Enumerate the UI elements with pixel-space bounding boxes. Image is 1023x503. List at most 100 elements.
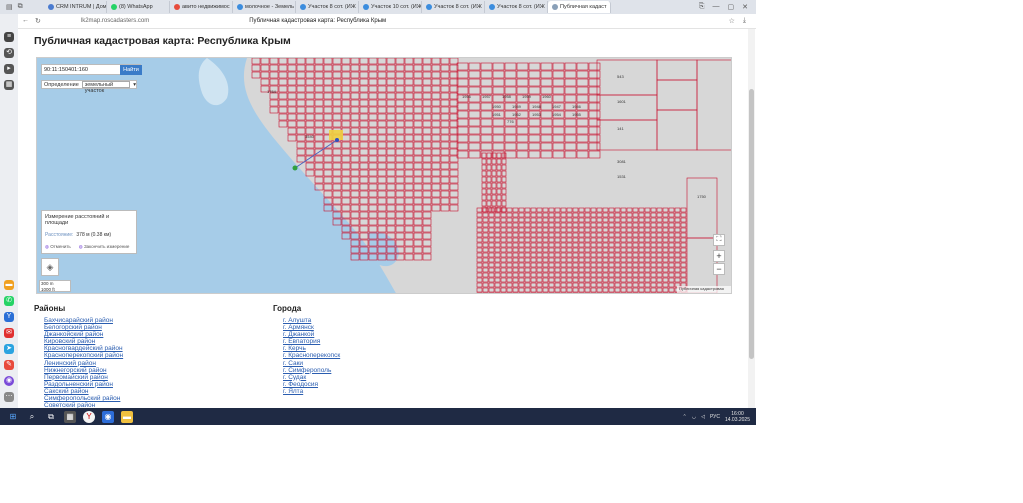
cadastral-map[interactable]: 1764 3540 776 1950 1949 1948 1947 1946 1951 1952 1…	[36, 57, 732, 294]
cities-items: г. Алушта г. Армянск г. Джанкой г. Евпатори…	[273, 317, 340, 395]
network-icon[interactable]: ◡	[692, 414, 696, 420]
parcel-label: 1531	[617, 174, 627, 179]
cities-link[interactable]: г. Феодосия	[283, 381, 340, 388]
assistant-icon[interactable]: ◉	[4, 376, 14, 386]
calculator-icon[interactable]: ▦	[64, 410, 76, 423]
fullscreen-button[interactable]: ⛶	[713, 234, 725, 246]
cities-link[interactable]: г. Симферополь	[283, 367, 340, 374]
parcel	[536, 292, 543, 293]
parcel-label: 1948	[532, 104, 542, 109]
window-menu-icon[interactable]: ▤	[6, 3, 13, 11]
districts-link[interactable]: Красноперекопский район	[44, 352, 123, 359]
tab-favicon-icon	[300, 4, 306, 10]
bookmark-icon[interactable]: ⎘	[699, 3, 705, 11]
calendar-icon[interactable]: ▦	[4, 80, 14, 90]
language-indicator[interactable]: РУС	[710, 414, 720, 420]
districts-link[interactable]: Сакский район	[44, 388, 123, 395]
star-icon[interactable]: ☆	[729, 17, 735, 25]
parcel-label: 1950	[492, 104, 502, 109]
parcel-label: 1952	[512, 112, 522, 117]
finish-measure-button[interactable]: ◍ Закончить измерение	[79, 244, 130, 250]
parcel	[560, 292, 567, 293]
parcel	[674, 292, 681, 293]
cities-link[interactable]: г. Керчь	[283, 345, 340, 352]
tabs-icon[interactable]: ⧉	[18, 3, 23, 11]
tab-label: молочное - Земель	[245, 4, 294, 10]
districts-heading: Районы	[34, 304, 66, 313]
parcel	[626, 292, 633, 293]
close-icon[interactable]: ✕	[742, 3, 748, 11]
parcel-label: 543	[617, 74, 624, 79]
parcel-label: 3081	[617, 159, 627, 164]
measure-end-marker	[335, 138, 339, 142]
cities-link[interactable]: г. Судак	[283, 374, 340, 381]
browser-tab[interactable]: CRM INTRUM | Дом	[44, 1, 107, 13]
volume-icon[interactable]: ◁	[701, 414, 705, 420]
browser-tab[interactable]: Участок 8 сот. (ИЖ	[296, 1, 359, 13]
windows-start-icon[interactable]: ⊞	[7, 411, 19, 423]
scrollbar-thumb[interactable]	[749, 89, 754, 359]
telegram-icon[interactable]: ➤	[4, 344, 14, 354]
clock[interactable]: 16:00 14.03.2025	[725, 411, 750, 423]
cities-link[interactable]: г. Алушта	[283, 317, 340, 324]
browser-tab[interactable]: авито недвижимос	[170, 1, 233, 13]
menu-icon[interactable]: ≡	[4, 32, 14, 42]
zoom-out-button[interactable]: −	[713, 263, 725, 275]
cities-link[interactable]: г. Джанкой	[283, 331, 340, 338]
play-icon[interactable]: ▸	[4, 64, 14, 74]
parcel	[548, 292, 555, 293]
tab-favicon-icon	[426, 4, 432, 10]
districts-link[interactable]: Ленинский район	[44, 360, 123, 367]
search-icon[interactable]: ⌕	[26, 411, 38, 423]
maximize-icon[interactable]: ▢	[728, 3, 735, 11]
task-view-icon[interactable]: ⧉	[45, 411, 57, 423]
districts-link[interactable]: Нижнегорский район	[44, 367, 123, 374]
cadastral-number-input[interactable]	[42, 65, 114, 74]
layers-icon: ◈	[46, 261, 54, 272]
chrome-icon[interactable]: ◉	[102, 410, 114, 423]
parcel	[620, 292, 627, 293]
page-scrollbar[interactable]	[748, 29, 755, 409]
back-icon[interactable]: ←	[22, 17, 29, 25]
browser-tab[interactable]: (8) WhatsApp	[107, 1, 170, 13]
layers-button[interactable]: ◈	[41, 258, 59, 276]
browser-tab[interactable]: молочное - Земель	[233, 1, 296, 13]
browser-sidebar: ≡ ⟲ ▸ ▦ ▬ ✆ Y ✉ ➤ ✎ ◉ ⋯	[0, 14, 18, 408]
browser-tab[interactable]: Участок 10 сот. (ИЖ	[359, 1, 422, 13]
districts-link[interactable]: Раздольненский район	[44, 381, 123, 388]
url-field[interactable]: lk2map.roscadasters.com	[81, 18, 149, 24]
yandex-browser-icon[interactable]: Y	[83, 410, 95, 423]
chevron-down-icon[interactable]: ▾	[133, 82, 136, 88]
tray-up-icon[interactable]: ⌃	[683, 414, 687, 420]
history-icon[interactable]: ⟲	[4, 48, 14, 58]
note-icon[interactable]: ✎	[4, 360, 14, 370]
more-icon[interactable]: ⋯	[4, 392, 14, 402]
reload-icon[interactable]: ↻	[35, 17, 41, 25]
cities-link[interactable]: г. Ялта	[283, 388, 340, 395]
cancel-measure-button[interactable]: ◍ Отменить	[45, 244, 71, 250]
object-type-select[interactable]: земельный участок	[81, 81, 131, 94]
mail-icon[interactable]: ✉	[4, 328, 14, 338]
find-button[interactable]: Найти	[120, 65, 142, 75]
browser-tab[interactable]: Участок 8 сот. (ИЖ	[422, 1, 485, 13]
parcel	[482, 292, 489, 293]
tab-favicon-icon	[552, 4, 558, 10]
folder-icon[interactable]: ▬	[4, 280, 14, 290]
map-canvas[interactable]: 1764 3540 776 1950 1949 1948 1947 1946 1951 1952 1…	[37, 58, 732, 294]
parcel-label: 1959	[522, 94, 532, 99]
whatsapp-icon[interactable]: ✆	[4, 296, 14, 306]
zoom-in-button[interactable]: +	[713, 250, 725, 262]
measure-actions: ◍ Отменить ◍ Закончить измерение	[45, 244, 133, 250]
file-explorer-icon[interactable]: ▬	[121, 410, 133, 423]
districts-link[interactable]: Первомайский район	[44, 374, 123, 381]
app-icon[interactable]: Y	[4, 312, 14, 322]
cities-link[interactable]: г. Саки	[283, 360, 340, 367]
cities-link[interactable]: г. Евпатория	[283, 338, 340, 345]
minimize-icon[interactable]: —	[713, 3, 720, 11]
browser-tab[interactable]: Участок 8 сот. (ИЖ	[485, 1, 548, 13]
parcel-label: 1946	[572, 104, 582, 109]
browser-tab[interactable]: Публичная кадаст	[548, 1, 611, 13]
cities-link[interactable]: г. Красноперекопск	[283, 352, 340, 359]
measure-start-marker	[292, 165, 298, 171]
download-icon[interactable]: ⤓	[743, 17, 746, 25]
